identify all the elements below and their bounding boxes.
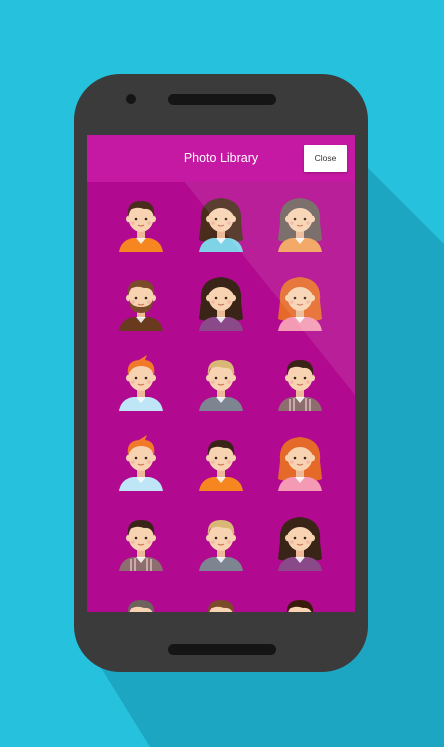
front-camera <box>126 94 136 104</box>
avatar-partial-1[interactable] <box>111 591 171 612</box>
close-button[interactable]: Close <box>304 145 347 172</box>
avatar-boy-orange-hair-blue-shirt[interactable] <box>111 351 171 411</box>
top-speaker <box>168 94 276 105</box>
avatar-boy-brown-hair-orange-shirt[interactable] <box>111 192 171 252</box>
avatar-girl-dark-hair-purple-shirt-2[interactable] <box>270 511 330 571</box>
avatar-girl-red-hair-pink-shirt-2[interactable] <box>270 431 330 491</box>
avatar-man-beard-brown-jacket[interactable] <box>111 271 171 331</box>
avatar-girl-red-hair-pink-shirt[interactable] <box>270 271 330 331</box>
phone-screen: Photo Library Close <box>87 135 355 612</box>
avatar-boy-dark-hair-striped-shirt-2[interactable] <box>111 511 171 571</box>
avatar-partial-3[interactable] <box>270 591 330 612</box>
avatar-boy-dark-hair-striped-shirt[interactable] <box>270 351 330 411</box>
avatar-girl-dark-hair-purple-shirt[interactable] <box>191 271 251 331</box>
header-bar: Photo Library Close <box>87 135 355 182</box>
avatar-boy-blond-hair-gray-shirt[interactable] <box>191 351 251 411</box>
avatar-boy-orange-hair-blue-shirt-2[interactable] <box>111 431 171 491</box>
bottom-speaker <box>168 644 276 655</box>
phone-frame: Photo Library Close <box>74 74 368 672</box>
avatar-partial-2[interactable] <box>191 591 251 612</box>
avatar-girl-gray-hair-orange-shirt[interactable] <box>270 192 330 252</box>
avatar-girl-dark-hair-blue-shirt[interactable] <box>191 192 251 252</box>
avatar-boy-blond-hair-gray-shirt-2[interactable] <box>191 511 251 571</box>
avatar-boy-dark-hair-orange-shirt[interactable] <box>191 431 251 491</box>
